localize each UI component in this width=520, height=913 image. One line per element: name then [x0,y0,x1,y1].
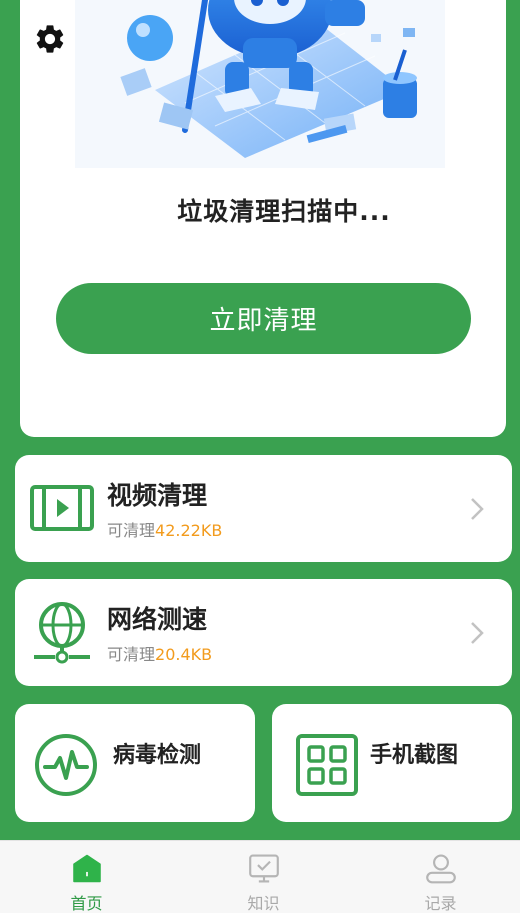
screenshot-card[interactable]: 手机截图 [272,704,512,822]
scan-status-text: 垃圾清理扫描中... [177,197,391,226]
user-record-icon [425,854,456,884]
chevron-right-icon [471,622,484,644]
chevron-right-icon [471,498,484,520]
video-clean-subtitle: 可清理42.22KB [107,517,222,541]
cleanable-label: 可清理 [107,645,156,664]
video-clean-title: 视频清理 [107,481,208,510]
clean-now-button[interactable]: 立即清理 [56,283,471,354]
cleanable-amount: 20.4KB [155,645,213,664]
virus-scan-title: 病毒检测 [113,743,202,768]
hero-card: 垃圾清理扫描中... [20,0,506,437]
robot-cleaning-illustration [75,0,445,168]
pulse-heartbeat-icon [35,734,97,796]
knowledge-board-icon [248,854,279,883]
screenshot-title: 手机截图 [370,743,459,768]
virus-scan-card[interactable]: 病毒检测 [15,704,255,822]
tab-home[interactable]: 首页 [0,841,173,913]
tab-knowledge[interactable]: 知识 [177,841,350,913]
network-speed-title: 网络测速 [107,605,208,634]
gear-icon [36,25,64,53]
tab-records[interactable]: 记录 [354,841,520,913]
tab-home-label: 首页 [70,894,103,913]
video-icon [30,485,94,531]
settings-button[interactable] [33,22,67,56]
home-icon [72,854,101,883]
grid-screenshot-icon [296,734,358,796]
tab-records-label: 记录 [424,894,457,913]
cleanable-amount: 42.22KB [155,521,223,540]
cleanable-label: 可清理 [107,521,156,540]
network-speed-card[interactable]: 网络测速 可清理20.4KB [15,579,512,686]
bottom-tab-bar: 首页 知识 记录 [0,840,520,913]
network-globe-icon [34,602,90,664]
network-speed-subtitle: 可清理20.4KB [107,641,212,665]
tab-knowledge-label: 知识 [247,894,280,913]
video-clean-card[interactable]: 视频清理 可清理42.22KB [15,455,512,562]
